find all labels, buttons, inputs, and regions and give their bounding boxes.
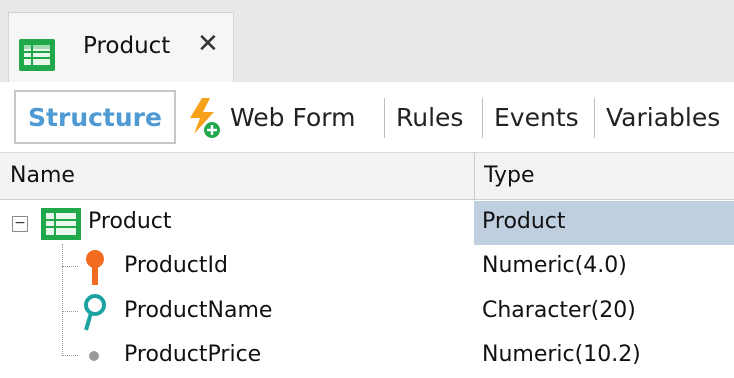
row-name: Product: [88, 209, 172, 234]
column-divider[interactable]: [474, 153, 475, 199]
table-row[interactable]: ProductPrice Numeric(10.2): [0, 334, 734, 378]
row-type[interactable]: Character(20): [482, 298, 636, 323]
close-icon[interactable]: ✕: [197, 31, 219, 57]
tab-separator: [594, 98, 595, 138]
tab-separator: [384, 98, 385, 138]
row-type[interactable]: Numeric(4.0): [482, 253, 627, 278]
row-name: ProductId: [124, 253, 228, 278]
collapse-toggle[interactable]: −: [12, 216, 28, 232]
tab-structure[interactable]: Structure: [14, 90, 176, 144]
table-row[interactable]: ProductId Numeric(4.0): [0, 245, 734, 289]
tab-web-form[interactable]: Web Form: [230, 82, 355, 152]
tab-title: Product: [83, 33, 171, 59]
tab-rules[interactable]: Rules: [396, 82, 463, 152]
table-row[interactable]: ProductName Character(20): [0, 290, 734, 334]
row-type[interactable]: Numeric(10.2): [482, 342, 641, 367]
document-tab-strip: Product ✕: [0, 0, 734, 83]
tab-variables[interactable]: Variables: [606, 82, 720, 152]
row-name: ProductName: [124, 298, 273, 323]
column-header-type[interactable]: Type: [484, 163, 535, 188]
description-attribute-icon: [84, 294, 106, 331]
transaction-icon: [41, 208, 81, 240]
web-form-icon: [190, 98, 220, 138]
attribute-dot-icon: [89, 351, 99, 361]
structure-grid-header: Name Type: [0, 153, 734, 200]
tab-events[interactable]: Events: [494, 82, 579, 152]
tab-product[interactable]: Product ✕: [8, 12, 234, 83]
tab-separator: [482, 98, 483, 138]
row-type[interactable]: Product: [482, 209, 566, 234]
table-row[interactable]: − Product Product: [0, 201, 734, 245]
column-header-name[interactable]: Name: [10, 163, 75, 188]
editor-toolbar: Structure Web Form Rules Events Variable…: [0, 82, 734, 153]
transaction-icon: [19, 39, 55, 71]
primary-key-icon: [86, 250, 104, 285]
row-name: ProductPrice: [124, 342, 262, 367]
